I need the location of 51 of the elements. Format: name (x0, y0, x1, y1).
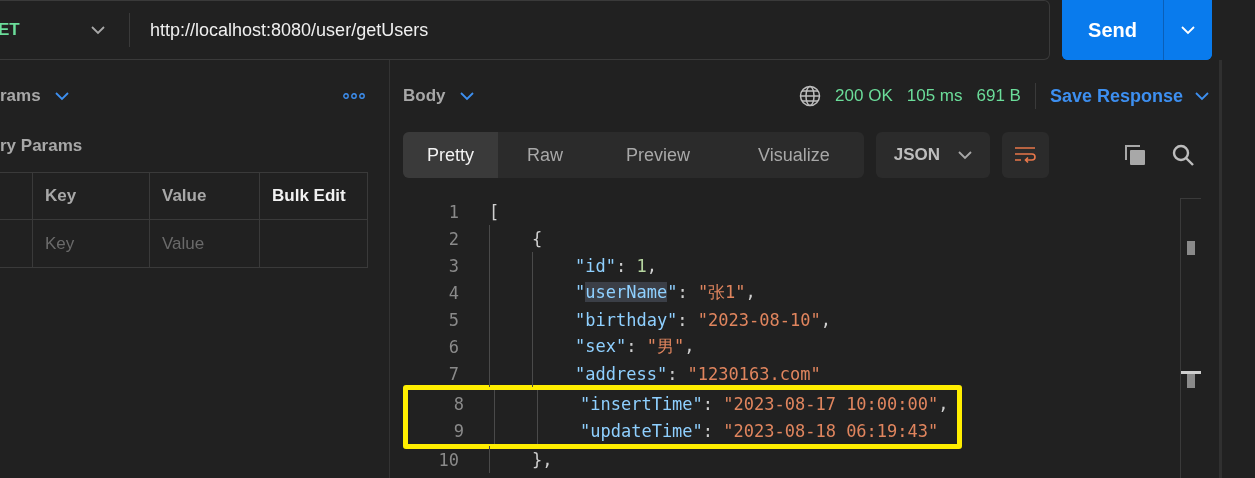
format-select[interactable]: JSON (875, 132, 990, 178)
line-number: 9 (452, 420, 464, 441)
time-text: 105 ms (906, 86, 963, 106)
view-tab[interactable]: Visualize (724, 132, 864, 178)
chevron-down-icon (1195, 91, 1209, 101)
panel-title: rams (0, 86, 41, 106)
section-title: ry Params (0, 135, 84, 157)
code-line: "updateTime": "2023-08-18 06:19:43" (580, 420, 939, 441)
chevron-down-icon (1181, 25, 1195, 35)
code-line: "id": 1, (575, 255, 657, 276)
code-line: [ (489, 201, 500, 222)
line-number: 10 (437, 449, 459, 470)
body-label[interactable]: Body (403, 86, 446, 106)
code-line: "sex": "男", (575, 335, 695, 358)
wrap-icon[interactable] (1001, 132, 1049, 178)
chevron-down-icon (54, 91, 69, 101)
search-icon[interactable] (1171, 143, 1195, 167)
view-tab[interactable]: Raw (498, 132, 593, 178)
code-line: "userName": "张1", (575, 281, 756, 304)
status-text: 200 OK (835, 86, 893, 106)
line-number: 6 (447, 336, 459, 357)
url-field[interactable]: ET http://localhost:8080/user/getUsers (0, 0, 1050, 60)
column-header: Value (150, 173, 260, 220)
line-number: 1 (447, 201, 459, 222)
view-tab[interactable]: Preview (592, 132, 725, 178)
chevron-down-icon (459, 91, 474, 101)
code-line: "birthday": "2023-08-10", (575, 309, 831, 330)
copy-icon[interactable] (1123, 143, 1147, 167)
code-line: { (532, 228, 543, 249)
placeholder-text[interactable]: Key (33, 220, 150, 267)
line-number: 5 (447, 309, 459, 330)
line-number: 3 (447, 255, 459, 276)
line-number: 2 (447, 228, 459, 249)
chevron-down-icon (957, 150, 972, 160)
line-number: 7 (447, 363, 459, 384)
code-line: }, (532, 449, 553, 470)
view-tab[interactable]: Pretty (403, 132, 498, 178)
line-number: 8 (452, 393, 464, 414)
column-header[interactable]: Bulk Edit (260, 173, 367, 220)
size-text: 691 B (976, 86, 1021, 106)
method-select[interactable]: ET (0, 13, 130, 47)
placeholder-text[interactable]: Value (150, 220, 260, 267)
save-response-button[interactable]: Save Response (1049, 85, 1209, 107)
column-header: Key (33, 173, 150, 220)
line-number: 4 (447, 282, 459, 303)
code-line: "insertTime": "2023-08-17 10:00:00", (580, 393, 949, 414)
more-icon[interactable] (343, 93, 365, 99)
code-line: "address": "1230163.com" (575, 363, 821, 384)
globe-icon[interactable] (799, 85, 822, 107)
chevron-down-icon (91, 25, 105, 35)
send-button[interactable]: Send (1062, 0, 1164, 60)
